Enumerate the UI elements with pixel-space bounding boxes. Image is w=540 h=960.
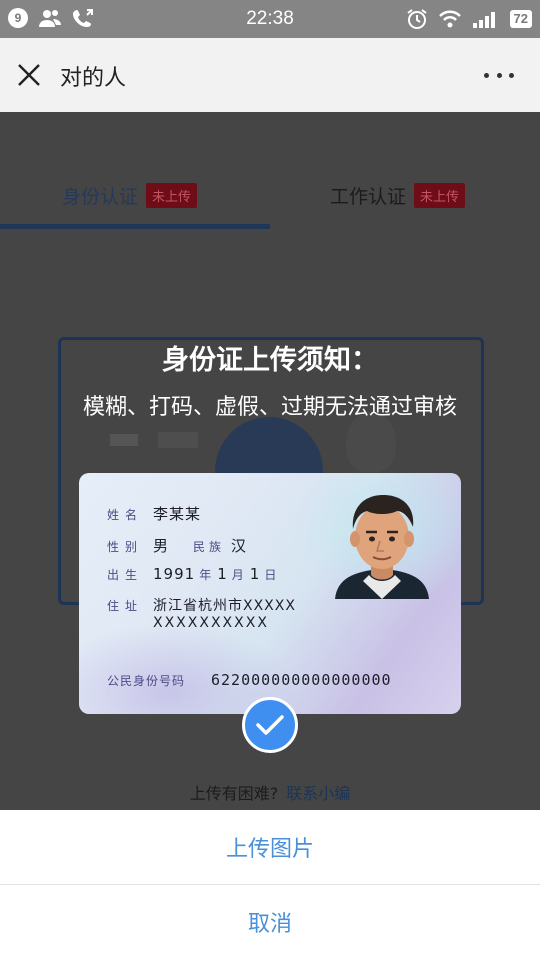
id-address-row: 住址 浙江省杭州市XXXXX [107,595,296,615]
avatar [335,495,429,599]
id-year-unit: 年 [199,568,212,582]
notice-subtitle: 模糊、打码、虚假、过期无法通过审核 [82,395,457,420]
id-day-unit: 日 [264,568,277,582]
id-card-sample: 姓名 李某某 性别 男 民族 汉 出生 1991 年 1 月 1 日 住址 浙江… [79,473,461,714]
id-ethnicity-label: 民族 [193,540,226,554]
id-birth-day: 1 [249,565,261,583]
contact-editor-link[interactable]: 联系小编 [286,784,350,803]
id-number-label: 公民身份号码 [107,674,186,688]
tab-work[interactable]: 工作认证 未上传 [330,182,466,209]
page-title: 对的人 [60,66,127,91]
id-birth-month: 1 [217,565,228,583]
action-sheet: 上传图片 取消 [0,810,540,960]
status-badge: 未上传 [146,183,198,208]
battery-level: 72 [509,10,532,28]
bg-placeholder [158,432,198,448]
id-address-line2: XXXXXXXXXX [153,615,269,631]
status-right: 72 [406,8,532,30]
id-address-line1: 浙江省杭州市XXXXX [153,598,296,614]
id-month-unit: 月 [231,568,244,582]
id-gender-value: 男 [153,537,170,555]
id-name-row: 姓名 李某某 [107,503,201,524]
id-address-label: 住址 [107,599,144,613]
status-bar: 9 22:38 72 [0,0,540,38]
tab-underline [0,224,270,229]
wifi-icon [438,10,461,28]
dimmed-content: 身份认证 未上传 工作认证 未上传 身份证上传须知： 模糊、打码、虚假、过期无法… [0,112,540,810]
id-gender-row: 性别 男 民族 汉 [107,535,247,556]
id-number-value: 622000000000000000 [211,671,392,689]
upload-image-button[interactable]: 上传图片 [0,810,540,884]
id-number-row: 公民身份号码 622000000000000000 [107,671,392,689]
id-birth-year: 1991 [153,565,196,583]
check-icon [242,697,298,753]
id-ethnicity-value: 汉 [231,537,248,555]
help-text: 上传有困难? [189,784,279,803]
id-birth-row: 出生 1991 年 1 月 1 日 [107,565,282,583]
close-icon[interactable] [16,62,42,88]
cancel-button[interactable]: 取消 [0,885,540,959]
id-name-label: 姓名 [107,508,144,522]
id-gender-label: 性别 [107,540,144,554]
signal-icon [472,12,495,28]
bg-person-silhouette [346,412,396,472]
alarm-icon [406,9,427,29]
help-row: 上传有困难? 联系小编 [0,780,540,804]
nav-bar: 对的人 [0,38,540,112]
tab-label: 工作认证 [330,186,407,208]
status-badge: 未上传 [414,183,466,208]
tab-identity[interactable]: 身份认证 未上传 [62,182,198,209]
more-icon[interactable] [484,64,514,86]
tab-label: 身份认证 [62,186,139,208]
notice-title: 身份证上传须知： [162,345,378,376]
upload-notice: 身份证上传须知： 模糊、打码、虚假、过期无法通过审核 [0,338,540,421]
id-name-value: 李某某 [153,505,202,523]
id-birth-label: 出生 [107,568,144,582]
bg-placeholder [110,434,138,446]
